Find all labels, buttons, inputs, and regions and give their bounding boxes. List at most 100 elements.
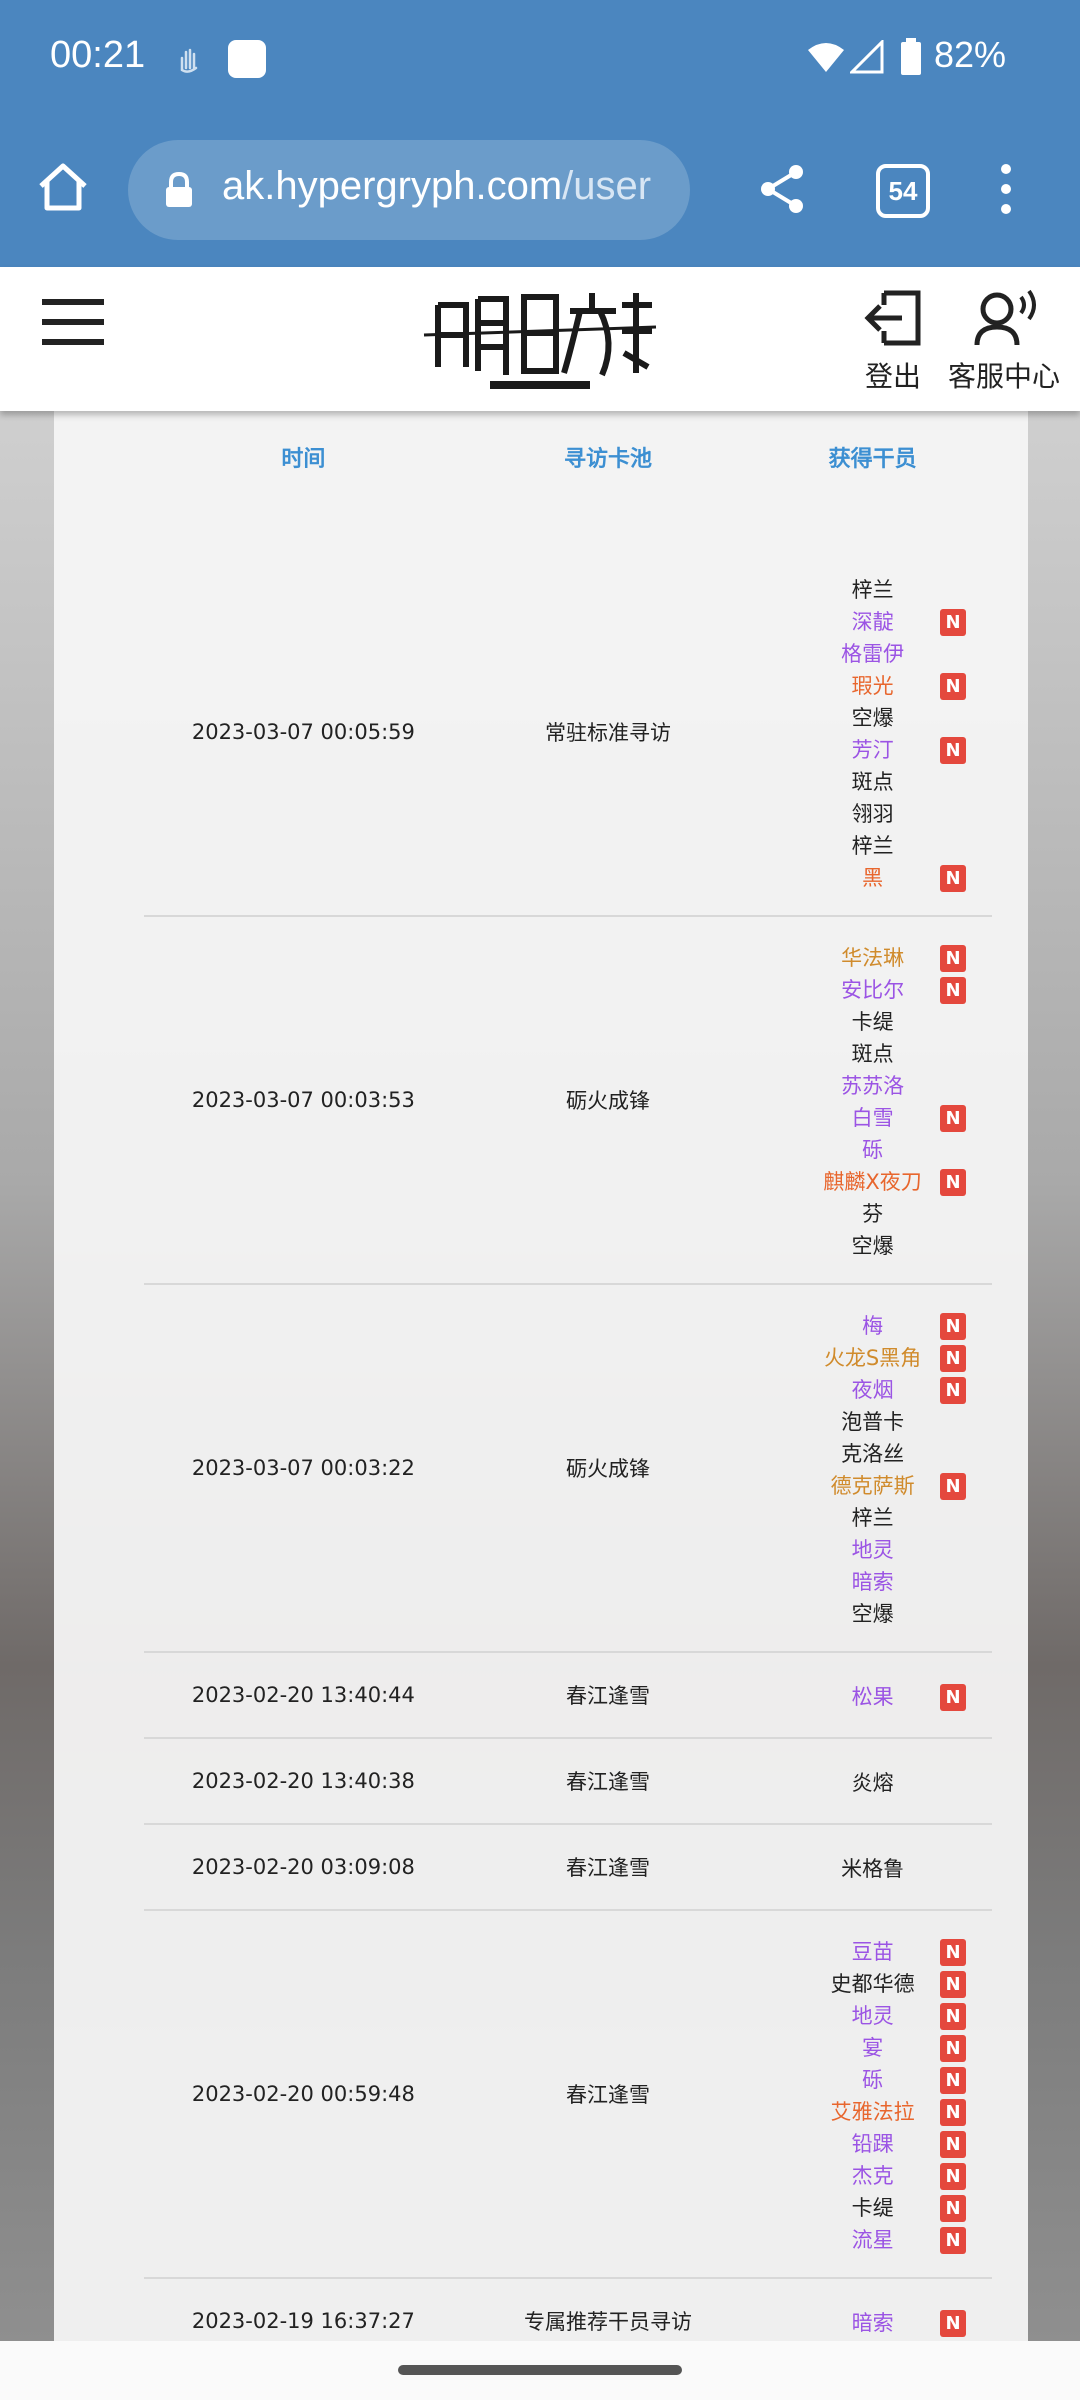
operator-name: 夜烟: [851, 1378, 894, 1402]
address-bar[interactable]: ak.hypergryph.com/user: [128, 140, 690, 240]
new-badge: N: [940, 2163, 966, 2190]
operator-entry: 华法琳 N: [753, 942, 992, 974]
tab-switcher-button[interactable]: 54: [876, 164, 930, 218]
row-pool: 春江逢雪: [462, 1652, 754, 1739]
table-row: 2023-02-20 13:40:38 春江逢雪 炎熔: [144, 1738, 992, 1825]
signal-icon: [850, 40, 884, 74]
table-row: 2023-03-07 00:05:59 常驻标准寻访 梓兰 深靛 N 格雷伊 瑕光 N 空爆 芳汀…: [144, 548, 992, 917]
new-badge: N: [940, 2310, 966, 2337]
row-time: 2023-03-07 00:05:59: [144, 548, 463, 917]
operator-name: 芬: [862, 1202, 884, 1226]
operator-entry: 艾雅法拉 N: [753, 2096, 992, 2128]
operator-entry: 火龙S黑角 N: [753, 1342, 992, 1374]
operator-name: 卡缇: [851, 2196, 894, 2220]
gacha-history-table: 时间 寻访卡池 获得干员 2023-03-07 00:05:59 常驻标准寻访 梓兰…: [144, 411, 992, 2365]
table-row: 2023-02-20 00:59:48 春江逢雪 豆苗 N 史都华德 N 地灵 N 宴 N 砾 N 艾雅…: [144, 1910, 992, 2279]
operator-name: 安比尔: [841, 978, 905, 1002]
site-header: 登出 客服中心: [0, 267, 1080, 411]
operator-name: 白雪: [851, 1106, 894, 1130]
operator-name: 黑: [862, 865, 884, 890]
operator-name: 史都华德: [830, 1972, 915, 1996]
operator-name: 豆苗: [851, 1940, 894, 1964]
logout-icon: [864, 290, 921, 346]
hand-icon: [180, 48, 198, 73]
arknights-logo[interactable]: [420, 283, 660, 393]
operator-name: 火龙S黑角: [823, 1346, 922, 1370]
operator-entry: 铅踝 N: [753, 2128, 992, 2160]
operator-entry: 豆苗 N: [753, 1936, 992, 1968]
operator-entry: 卡缇 N: [753, 2192, 992, 2224]
new-badge: N: [940, 1377, 966, 1404]
lock-icon: [166, 172, 192, 207]
operator-entry: 德克萨斯 N: [753, 1470, 992, 1502]
operator-name: 德克萨斯: [830, 1474, 915, 1498]
new-badge: N: [940, 1313, 966, 1340]
hamburger-menu-icon[interactable]: [42, 297, 104, 347]
battery-percent: 82%: [934, 34, 1007, 75]
operator-entry: 梅N: [753, 1310, 992, 1342]
column-header-time: 时间: [281, 447, 326, 472]
new-badge: N: [940, 1105, 966, 1132]
new-badge: N: [940, 977, 966, 1004]
operator-name: 流星: [851, 2228, 894, 2252]
row-operators: 米格鲁: [753, 1824, 992, 1911]
operator-entry: 梓兰: [753, 1502, 992, 1534]
new-badge: N: [940, 2067, 966, 2094]
app-notification-icon: [228, 40, 266, 78]
share-icon[interactable]: [756, 162, 810, 216]
status-bar: 00:21 82%: [0, 0, 1080, 120]
operator-name: 地灵: [851, 2004, 894, 2028]
row-time: 2023-03-07 00:03:22: [144, 1284, 463, 1653]
more-options-icon[interactable]: [994, 162, 1018, 216]
browser-chrome: 00:21 82% ak.hypergryph.com/user 54: [0, 0, 1080, 267]
operator-entry: 梓兰: [753, 830, 992, 862]
new-badge: N: [940, 1684, 966, 1711]
new-badge: N: [940, 1971, 966, 1998]
operator-name: 格雷伊: [841, 641, 905, 666]
row-pool: 常驻标准寻访: [462, 548, 754, 917]
home-icon[interactable]: [36, 160, 90, 214]
operator-name: 翎羽: [851, 801, 894, 826]
new-badge: N: [940, 945, 966, 972]
operator-entry: 斑点: [753, 766, 992, 798]
table-row: 2023-02-20 03:09:08 春江逢雪 米格鲁: [144, 1824, 992, 1911]
row-operators: 华法琳 N 安比尔 N 卡缇 斑点 苏苏洛 白雪 N 砾麒麟X夜刀 N 芬空爆: [753, 916, 992, 1285]
row-operators: 梓兰 深靛 N 格雷伊 瑕光 N 空爆 芳汀 N 斑点 翎羽 梓兰黑 N: [753, 548, 992, 917]
url-path: /user: [562, 164, 652, 208]
operator-entry: 空爆: [753, 1230, 992, 1262]
operator-name: 克洛丝: [841, 1442, 905, 1466]
operator-name: 艾雅法拉: [830, 2100, 915, 2124]
new-badge: N: [940, 1473, 966, 1500]
operator-entry: 斑点: [753, 1038, 992, 1070]
home-gesture-handle[interactable]: [398, 2365, 682, 2375]
operator-name: 芳汀: [851, 737, 894, 762]
operator-entry: 空爆: [753, 1598, 992, 1630]
customer-service-icon: [974, 289, 1036, 346]
operator-name: 炎熔: [851, 1771, 894, 1795]
new-badge: N: [940, 1939, 966, 1966]
wifi-icon: [808, 43, 844, 72]
new-badge: N: [940, 1345, 966, 1372]
logout-button[interactable]: 登出: [858, 287, 928, 395]
gesture-navigation-bar: [0, 2341, 1080, 2400]
operator-entry: 空爆: [753, 702, 992, 734]
operator-name: 深靛: [851, 609, 894, 634]
operator-name: 暗索: [851, 2311, 894, 2335]
status-time: 00:21: [50, 34, 146, 76]
logout-label: 登出: [864, 360, 921, 393]
new-badge: N: [940, 736, 966, 764]
table-row: 2023-03-07 00:03:53 砺火成锋 华法琳 N 安比尔 N 卡缇 斑点 苏苏洛 白雪…: [144, 916, 992, 1285]
operator-name: 空爆: [851, 705, 894, 730]
table-row: 2023-03-07 00:03:22 砺火成锋梅 N 火龙S黑角 N 夜烟 N 泡普卡 克洛丝…: [144, 1284, 992, 1653]
operator-entry: 松果 N: [753, 1681, 992, 1713]
row-operators: 松果 N: [753, 1652, 992, 1739]
row-operators: 梅 N 火龙S黑角 N 夜烟 N 泡普卡 克洛丝 德克萨斯 N 梓兰 地灵 暗索 空爆: [753, 1284, 992, 1653]
gacha-history-panel: 时间 寻访卡池 获得干员 2023-03-07 00:05:59 常驻标准寻访 梓兰…: [54, 411, 1028, 2365]
operator-entry: 炎熔: [753, 1767, 992, 1799]
customer-service-button[interactable]: 客服中心: [944, 287, 1064, 395]
new-badge: N: [940, 2131, 966, 2158]
row-pool: 春江逢雪: [462, 1824, 754, 1911]
operator-name: 宴: [862, 2036, 884, 2060]
operator-entry: 黑N: [753, 862, 992, 894]
row-operators: 炎熔: [753, 1738, 992, 1825]
